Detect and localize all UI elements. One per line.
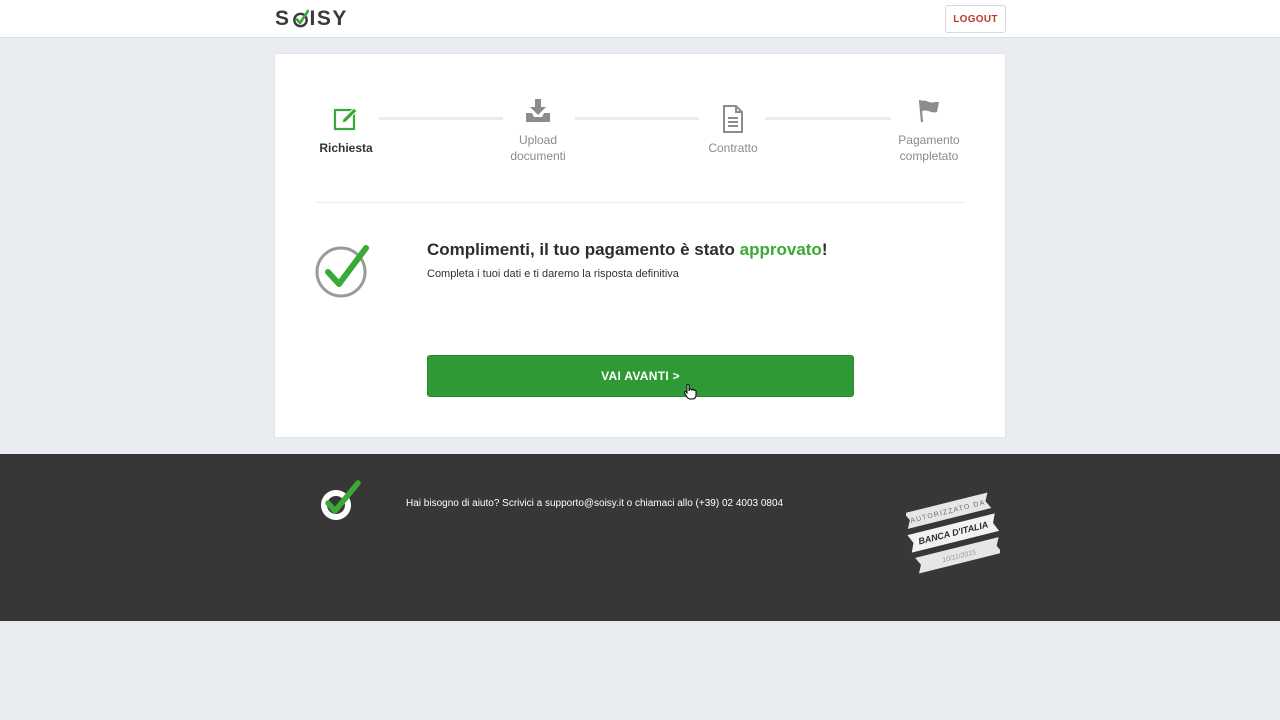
top-bar: S ISY LOGOUT [0, 0, 1280, 38]
vai-avanti-button[interactable]: VAI AVANTI > [427, 355, 854, 397]
step-contratto[interactable]: Contratto [700, 104, 766, 156]
flag-icon [914, 96, 944, 126]
step-pagamento-completato[interactable]: Pagamento completato [891, 96, 967, 164]
approval-headline: Complimenti, il tuo pagamento è stato ap… [427, 240, 828, 260]
soisy-logo[interactable]: S ISY [275, 7, 348, 31]
step-label: Contratto [708, 141, 758, 155]
headline-prefix: Complimenti, il tuo pagamento è stato [427, 240, 740, 259]
step-label: Upload documenti [510, 133, 566, 163]
edit-icon [331, 104, 361, 134]
step-connector [765, 117, 891, 120]
divider [315, 202, 966, 203]
approval-subline: Completa i tuoi dati e ti daremo la risp… [427, 268, 679, 280]
banca-italia-badge: AUTORIZZATO DA BANCA D'ITALIA 10/11/2015 [904, 480, 1003, 584]
logo-letter-s: S [275, 7, 291, 30]
step-upload-documenti[interactable]: Upload documenti [500, 96, 576, 164]
footer: Hai bisogno di aiuto? Scrivici a support… [0, 454, 1280, 621]
main-card: Richiesta Upload documenti Contratto Pag… [274, 53, 1006, 438]
step-label: Richiesta [319, 141, 373, 155]
headline-highlight: approvato [739, 240, 822, 259]
step-richiesta[interactable]: Richiesta [316, 104, 376, 156]
step-label: Pagamento completato [898, 133, 960, 163]
hand-cursor-icon [683, 383, 697, 400]
logo-check-o [292, 7, 309, 31]
headline-suffix: ! [821, 240, 828, 259]
logout-button[interactable]: LOGOUT [945, 5, 1006, 33]
document-icon [718, 104, 748, 134]
approved-check-icon [315, 242, 371, 298]
logo-letters-isy: ISY [309, 7, 348, 30]
download-tray-icon [523, 96, 553, 126]
step-connector [575, 117, 699, 120]
help-contact-text: Hai bisogno di aiuto? Scrivici a support… [406, 498, 784, 509]
step-connector [379, 117, 503, 120]
soisy-check-logo-icon [316, 480, 362, 524]
